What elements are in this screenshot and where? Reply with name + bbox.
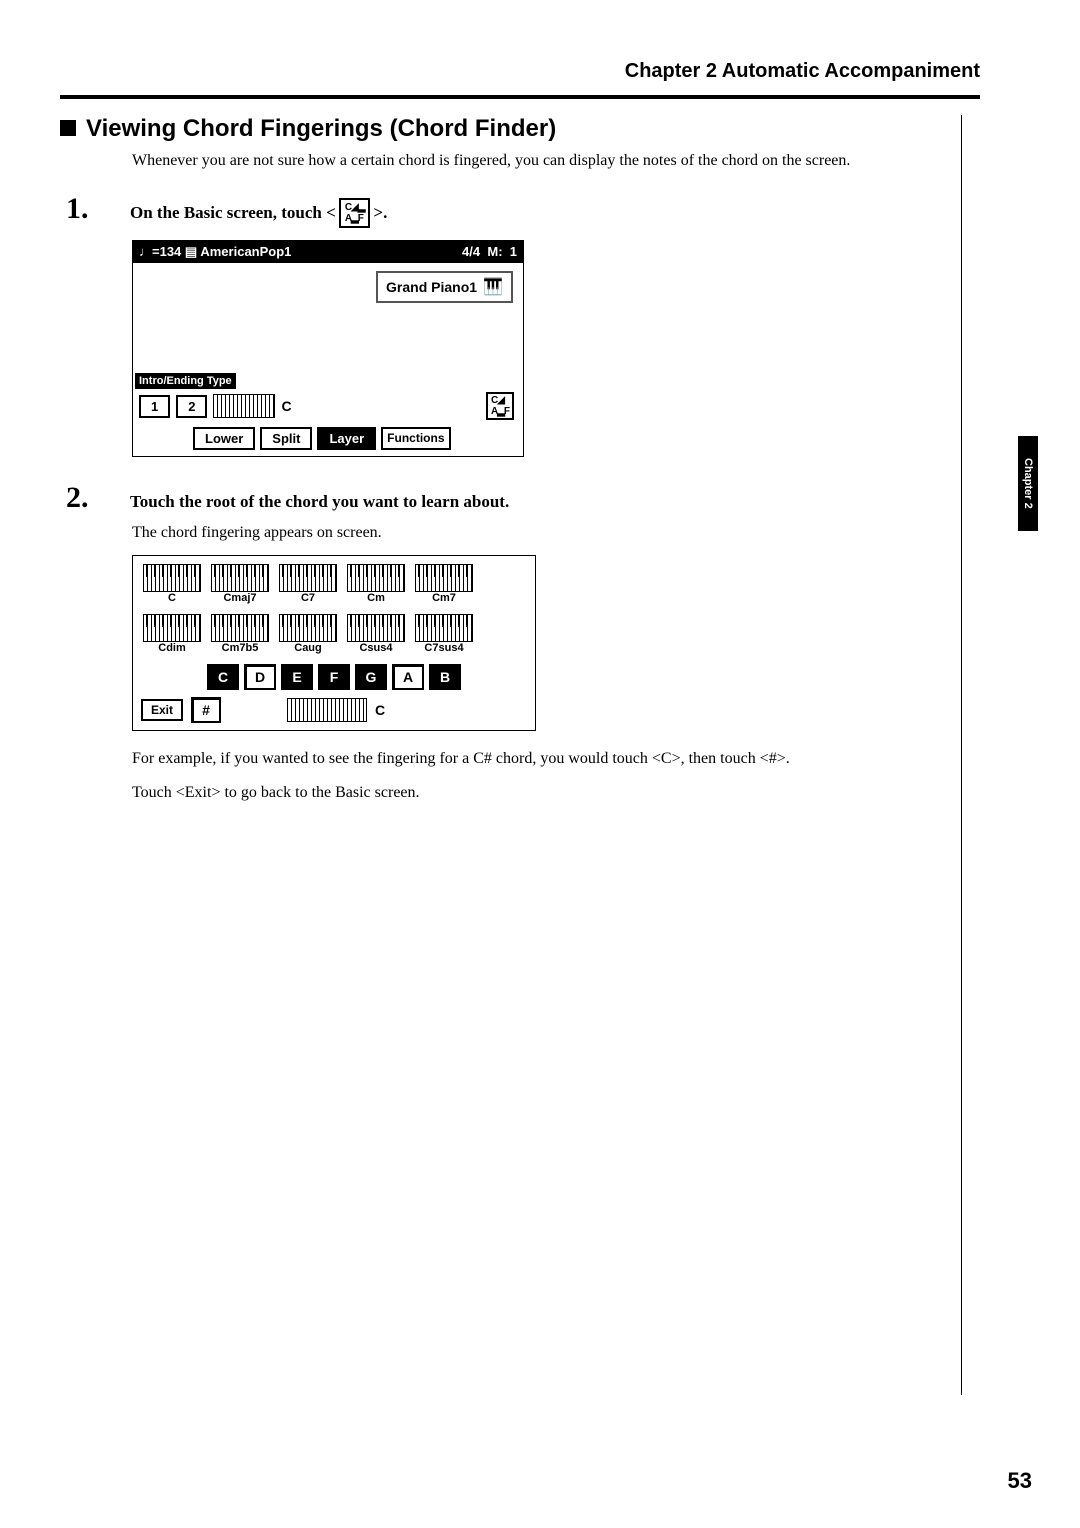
chord-row-2: Cdim Cm7b5 Caug Csus4 C7sus4 [143,614,529,654]
step-1: 1. On the Basic screen, touch < C◢▂A▂F >… [66,192,925,228]
basic-screen-screenshot: ♩=134 ▤ AmericanPop1 4/4 M: 1 Grand Pian… [132,240,524,457]
chord-item[interactable]: Cmaj7 [211,564,269,604]
split-button[interactable]: Split [260,427,312,450]
root-a[interactable]: A [392,664,424,690]
tone-name: Grand Piano1 [386,279,477,295]
intro-type-1[interactable]: 1 [139,395,170,418]
chord-item[interactable]: Csus4 [347,614,405,654]
header-rule [60,95,980,99]
keyboard-icon [279,614,337,642]
keyboard-icon [143,614,201,642]
section-title-text: Viewing Chord Fingerings (Chord Finder) [86,115,556,142]
step-1-number: 1. [66,192,118,226]
keyboard-icon [211,614,269,642]
screen-header: ♩=134 ▤ AmericanPop1 4/4 M: 1 [133,241,523,263]
current-chord: C [281,398,291,414]
keyboard-large-icon [287,698,367,722]
step-2-body: The chord fingering appears on screen. [132,521,925,545]
tempo: ♩=134 [139,244,181,259]
intro-ending-label: Intro/Ending Type [135,373,236,389]
page-number: 53 [1008,1468,1032,1494]
chord-finder-button[interactable]: C◢A▂F [486,392,514,420]
piano-icon: 🎹 [483,277,503,297]
keyboard-icon [347,614,405,642]
intro-text: Whenever you are not sure how a certain … [132,149,925,172]
root-f[interactable]: F [318,664,350,690]
keyboard-icon [279,564,337,592]
selected-chord: C [375,702,385,718]
step-2-text: Touch the root of the chord you want to … [130,492,925,512]
chord-item[interactable]: Cm7 [415,564,473,604]
sharp-button[interactable]: # [191,697,221,723]
exit-button[interactable]: Exit [141,699,183,721]
root-b[interactable]: B [429,664,461,690]
root-e[interactable]: E [281,664,313,690]
chord-item[interactable]: C7 [279,564,337,604]
tone-button[interactable]: Grand Piano1 🎹 [376,271,513,303]
chord-item[interactable]: Cm [347,564,405,604]
keyboard-icon [347,564,405,592]
bullet-icon [60,120,76,136]
functions-button[interactable]: Functions [381,427,450,450]
keyboard-mini-icon [213,394,275,418]
chord-item[interactable]: C [143,564,201,604]
chord-item[interactable]: Cm7b5 [211,614,269,654]
root-note-row: C D E F G A B [139,664,529,690]
chord-item[interactable]: C7sus4 [415,614,473,654]
keyboard-icon [211,564,269,592]
keyboard-icon [415,564,473,592]
chord-finder-screenshot: C Cmaj7 C7 Cm Cm7 Cdim Cm7b5 Caug Csus4 … [132,555,536,731]
chord-item[interactable]: Cdim [143,614,201,654]
keyboard-icon [415,614,473,642]
layer-button[interactable]: Layer [317,427,376,450]
lower-button[interactable]: Lower [193,427,255,450]
exit-instruction: Touch <Exit> to go back to the Basic scr… [132,781,925,805]
example-text: For example, if you wanted to see the fi… [132,747,925,771]
chord-finder-icon: C◢▂A▂F [339,198,371,228]
keyboard-icon [143,564,201,592]
chord-item[interactable]: Caug [279,614,337,654]
step-2-number: 2. [66,481,118,515]
chapter-header: Chapter 2 Automatic Accompaniment [60,60,980,91]
root-d[interactable]: D [244,664,276,690]
step-2: 2. Touch the root of the chord you want … [66,481,925,515]
measure-label: M: [487,244,502,259]
root-c[interactable]: C [207,664,239,690]
root-g[interactable]: G [355,664,387,690]
step-1-text: On the Basic screen, touch < C◢▂A▂F >. [130,198,925,228]
section-title: Viewing Chord Fingerings (Chord Finder) [60,115,925,143]
style-icon: ▤ [185,244,197,259]
time-signature: 4/4 [462,244,480,259]
style-name: AmericanPop1 [200,244,291,259]
side-tab: Chapter 2 [1018,436,1038,531]
measure-number: 1 [510,244,517,259]
chord-row-1: C Cmaj7 C7 Cm Cm7 [143,564,529,604]
intro-type-2[interactable]: 2 [176,395,207,418]
